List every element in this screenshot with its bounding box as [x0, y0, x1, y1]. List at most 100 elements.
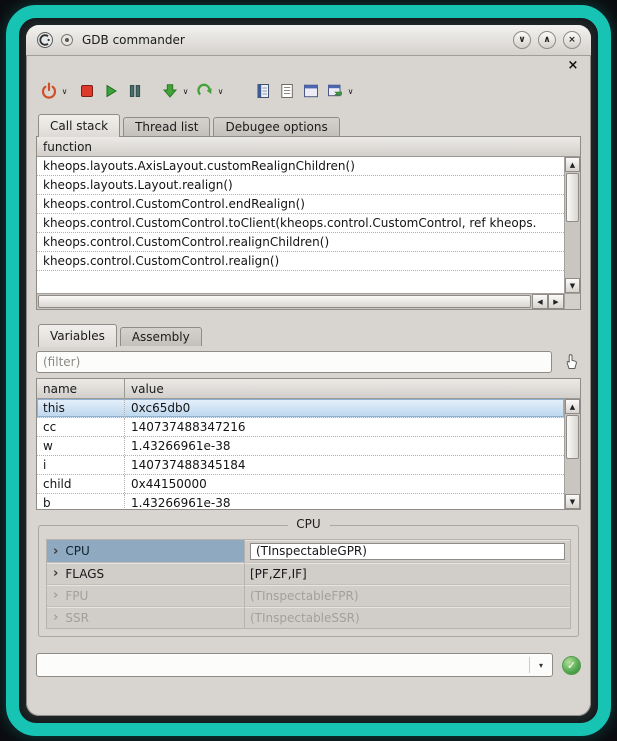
step-dropdown-icon[interactable]: ∨	[180, 87, 191, 96]
commands-dropdown-icon[interactable]: ∨	[345, 87, 356, 96]
scrollbar-track[interactable]	[565, 172, 580, 278]
scrollbar-track[interactable]	[565, 414, 580, 494]
scroll-left-icon[interactable]: ◀	[532, 294, 548, 309]
pause-icon	[126, 82, 144, 100]
table-row[interactable]: child 0x44150000	[37, 475, 564, 494]
run-button[interactable]	[100, 81, 121, 101]
hand-icon	[563, 353, 579, 370]
close-button[interactable]: ×	[563, 31, 581, 49]
variables-list: this 0xc65db0 cc 140737488347216 w 1.432…	[37, 399, 564, 509]
tab-variables[interactable]: Variables	[38, 324, 117, 347]
send-command-button[interactable]: ✓	[562, 656, 581, 675]
client-area: × ∨	[26, 56, 591, 716]
cpu-row[interactable]: › FLAGS [PF,ZF,IF]	[47, 562, 570, 584]
table-row[interactable]: this 0xc65db0	[37, 399, 564, 418]
scroll-right-icon[interactable]: ▶	[548, 294, 564, 309]
expand-icon[interactable]: ›	[53, 567, 58, 580]
app-icon	[36, 31, 54, 49]
callstack-row[interactable]: kheops.layouts.Layout.realign()	[37, 176, 564, 195]
variables-header: name value	[37, 379, 580, 399]
titlebar[interactable]: GDB commander ∨ ∧ ×	[26, 25, 591, 56]
scrollbar-handle[interactable]	[566, 173, 579, 222]
cpu-value-field[interactable]: (TInspectableGPR)	[250, 543, 565, 560]
callstack-horizontal-scrollbar[interactable]: ◀ ▶	[37, 293, 564, 309]
debug-toolbar: ∨	[36, 74, 581, 112]
callstack-row[interactable]: kheops.control.CustomControl.toClient(kh…	[37, 214, 564, 233]
pause-button[interactable]	[124, 81, 145, 101]
step-button[interactable]	[159, 81, 180, 101]
tab-debugee-options[interactable]: Debugee options	[213, 117, 339, 136]
continue-dropdown-icon[interactable]: ∨	[215, 87, 226, 96]
cpu-groupbox: CPU › CPU (TInspectableGPR) ›	[38, 525, 579, 637]
continue-button[interactable]	[194, 81, 215, 101]
table-row[interactable]: i 140737488345184	[37, 456, 564, 475]
expand-icon[interactable]: ›	[53, 611, 58, 624]
filter-hand-button[interactable]	[561, 352, 581, 372]
stop-icon	[78, 82, 96, 100]
gdb-doc-icon	[254, 82, 272, 100]
scroll-up-icon[interactable]: ▲	[565, 399, 580, 414]
commands-window-button[interactable]	[324, 81, 345, 101]
callstack-panel: function kheops.layouts.AxisLayout.custo…	[36, 136, 581, 310]
table-row[interactable]: w 1.43266961e-38	[37, 437, 564, 456]
callstack-list: kheops.layouts.AxisLayout.customRealignC…	[37, 157, 564, 293]
debugee-window-icon	[302, 82, 320, 100]
expand-icon[interactable]: ›	[53, 589, 58, 602]
column-header-value[interactable]: value	[125, 379, 580, 398]
callstack-row[interactable]: kheops.control.CustomControl.realignChil…	[37, 233, 564, 252]
dock-close-button[interactable]: ×	[565, 59, 581, 73]
maximize-button[interactable]: ∧	[538, 31, 556, 49]
callstack-row[interactable]: kheops.layouts.AxisLayout.customRealignC…	[37, 157, 564, 176]
cpu-row-label: FLAGS	[65, 567, 104, 581]
cpu-row[interactable]: › FPU (TInspectableFPR)	[47, 584, 570, 606]
expand-icon[interactable]: ›	[53, 545, 58, 558]
var-name-cell: child	[37, 475, 125, 493]
gdb-doc-button[interactable]	[252, 81, 273, 101]
scrollbar-handle[interactable]	[566, 415, 579, 459]
cpu-value-cell: (TInspectableGPR)	[245, 540, 570, 562]
command-combobox[interactable]: ▾	[36, 653, 553, 677]
combo-dropdown-icon[interactable]: ▾	[530, 661, 552, 670]
var-value-cell: 0x44150000	[125, 475, 564, 493]
continue-icon	[196, 82, 214, 100]
debugee-window-button[interactable]	[300, 81, 321, 101]
cpu-name-cell[interactable]: › CPU	[47, 540, 245, 562]
cpu-row[interactable]: › CPU (TInspectableGPR)	[47, 540, 570, 562]
cpu-name-cell[interactable]: › FPU	[47, 585, 245, 606]
column-header-name[interactable]: name	[37, 379, 125, 398]
callstack-row[interactable]: kheops.control.CustomControl.endRealign(…	[37, 195, 564, 214]
callstack-vertical-scrollbar[interactable]: ▲ ▼	[564, 157, 580, 293]
scroll-up-icon[interactable]: ▲	[565, 157, 580, 172]
tab-thread-list[interactable]: Thread list	[123, 117, 210, 136]
variables-tabbar: Variables Assembly	[36, 322, 581, 346]
cpu-register-grid: › CPU (TInspectableGPR) › FLAGS [PF,ZF,I…	[46, 539, 571, 629]
cpu-row[interactable]: › SSR (TInspectableSSR)	[47, 606, 570, 628]
tab-call-stack[interactable]: Call stack	[38, 114, 120, 137]
scroll-down-icon[interactable]: ▼	[565, 494, 580, 509]
tab-assembly[interactable]: Assembly	[120, 327, 202, 346]
var-value-cell: 1.43266961e-38	[125, 494, 564, 509]
stop-button[interactable]	[76, 81, 97, 101]
cpu-value-cell: (TInspectableFPR)	[245, 585, 570, 606]
table-row[interactable]: b 1.43266961e-38	[37, 494, 564, 509]
scrollbar-handle[interactable]	[38, 295, 531, 308]
output-doc-button[interactable]	[276, 81, 297, 101]
variables-vertical-scrollbar[interactable]: ▲ ▼	[564, 399, 580, 509]
power-dropdown-icon[interactable]: ∨	[59, 87, 70, 96]
cpu-row-label: FPU	[65, 589, 88, 603]
var-name-cell: b	[37, 494, 125, 509]
cpu-row-label: SSR	[65, 611, 89, 625]
callstack-row[interactable]: kheops.control.CustomControl.realign()	[37, 252, 564, 271]
cpu-name-cell[interactable]: › FLAGS	[47, 563, 245, 584]
filter-input[interactable]	[36, 351, 552, 373]
minimize-button[interactable]: ∨	[513, 31, 531, 49]
scroll-down-icon[interactable]: ▼	[565, 278, 580, 293]
cpu-value-cell: [PF,ZF,IF]	[245, 563, 570, 584]
power-icon	[40, 82, 58, 100]
cpu-name-cell[interactable]: › SSR	[47, 607, 245, 628]
power-button[interactable]	[38, 81, 59, 101]
callstack-column-header[interactable]: function	[37, 137, 580, 157]
maximize-icon: ∧	[543, 35, 550, 45]
table-row[interactable]: cc 140737488347216	[37, 418, 564, 437]
window-menu-icon[interactable]	[61, 34, 73, 46]
